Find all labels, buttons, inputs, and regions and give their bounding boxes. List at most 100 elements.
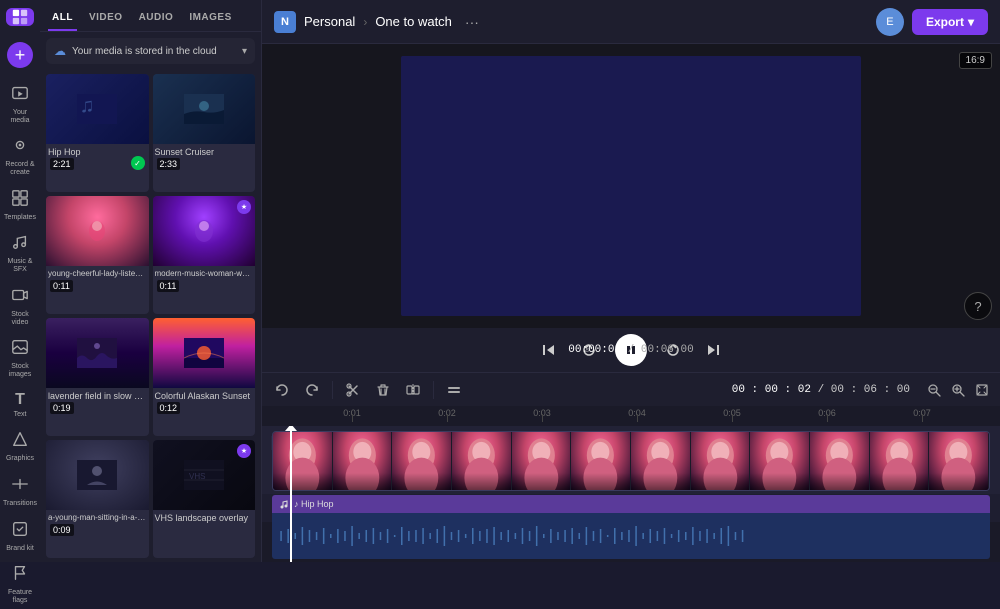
sidebar: + Your media Record &create: [0, 0, 40, 562]
more-options-button[interactable]: ···: [460, 10, 484, 34]
tab-images[interactable]: IMAGES: [185, 8, 235, 31]
sidebar-label-stock-video: Stock video: [4, 311, 36, 326]
video-frame-11: [870, 432, 930, 490]
audio-label-bar[interactable]: ♪ Hip Hop: [272, 495, 990, 513]
video-frame-7: [631, 432, 691, 490]
ruler-tick-4: [637, 414, 638, 422]
name-young-cheerful: young-cheerful-lady-listening-to...: [46, 266, 149, 280]
sidebar-item-graphics[interactable]: Graphics: [2, 426, 38, 467]
main-area: N Personal › One to watch ··· E Export ▾…: [262, 0, 1000, 562]
skip-forward-button[interactable]: [699, 336, 727, 364]
sidebar-item-stock-images[interactable]: Stock images: [2, 334, 38, 382]
sidebar-item-stock-video[interactable]: Stock video: [2, 282, 38, 330]
sidebar-label-feature-flags: Feature flags: [4, 589, 36, 604]
video-frame-6: [571, 432, 631, 490]
sidebar-item-music-sfx[interactable]: Music & SFX: [2, 229, 38, 277]
media-item-colorful-alaskan[interactable]: 0:12 Colorful Alaskan Sunset: [153, 318, 256, 436]
sidebar-item-brand-kit[interactable]: Brand kit: [2, 516, 38, 557]
timecode-separator: /: [628, 344, 641, 356]
sidebar-label-music: Music & SFX: [4, 258, 36, 273]
tl-sep: / 00 : 06 : 00: [818, 384, 910, 396]
more-icon: ···: [465, 14, 479, 30]
zoom-in-button[interactable]: [948, 380, 968, 400]
ruler-marks: 0:01 0:02 0:03 0:04 0:05 0:06 0:07: [262, 406, 1000, 426]
export-button[interactable]: Export ▾: [912, 9, 988, 35]
media-item-vhs-landscape[interactable]: VHS ★ VHS landscape overlay: [153, 440, 256, 558]
video-track-strip[interactable]: .vframe { flex: 1; min-width: 0; height:…: [272, 431, 990, 491]
split-button[interactable]: [401, 378, 425, 402]
top-bar: N Personal › One to watch ··· E Export ▾: [262, 0, 1000, 44]
skip-back-button[interactable]: [535, 336, 563, 364]
audio-waveform-bar: [272, 513, 990, 559]
undo-button[interactable]: [270, 378, 294, 402]
record-icon: [11, 136, 29, 159]
audio-track-label: ♪ Hip Hop: [294, 499, 334, 509]
cut-button[interactable]: [341, 378, 365, 402]
more-tools-button[interactable]: [442, 378, 466, 402]
media-item-modern-music-woman[interactable]: 0:11 ★ modern-music-woman-wearing-...: [153, 196, 256, 313]
sidebar-item-your-media[interactable]: Your media: [2, 80, 38, 128]
graphics-icon: [11, 430, 29, 453]
media-item-hip-hop[interactable]: ♫ 2:21 ✓ Hip Hop: [46, 74, 149, 192]
ruler-tick-5: [732, 414, 733, 422]
sidebar-label-text: Text: [14, 411, 27, 419]
tl-current: 00 : 00 : 02: [732, 384, 811, 396]
ruler-tick-1: [352, 414, 353, 422]
add-button[interactable]: +: [2, 38, 38, 72]
delete-button[interactable]: [371, 378, 395, 402]
timeline-ruler: 0:01 0:02 0:03 0:04 0:05 0:06 0:07: [262, 406, 1000, 426]
timecode-total: 00:06:00: [641, 344, 694, 356]
tab-all[interactable]: ALL: [48, 8, 77, 31]
sidebar-item-feature-flags[interactable]: Feature flags: [2, 560, 38, 608]
add-icon: +: [7, 42, 33, 68]
timecode-display: 00:00:02 / 00:06:00: [568, 344, 693, 356]
timeline-area: 00 : 00 : 02 / 00 : 06 : 00: [262, 372, 1000, 562]
sidebar-item-record-create[interactable]: Record &create: [2, 132, 38, 180]
cloud-chevron-icon: ▾: [242, 46, 247, 57]
sidebar-label-templates: Templates: [4, 214, 36, 222]
cloud-bar-text: Your media is stored in the cloud: [72, 46, 217, 57]
media-icon: [11, 84, 29, 107]
sidebar-label-transitions: Transitions: [3, 500, 37, 508]
toolbar-separator-1: [332, 381, 333, 399]
sidebar-item-templates[interactable]: Templates: [2, 185, 38, 226]
name-lavender-field: lavender field in slow motion: [46, 388, 149, 403]
media-item-young-man-sitting[interactable]: 0:09 a-young-man-sitting-in-a-studio...: [46, 440, 149, 558]
video-frame-8: [691, 432, 751, 490]
preview-area: 16:9 ?: [262, 44, 1000, 328]
app-logo: [6, 8, 34, 26]
top-bar-right: E Export ▾: [876, 8, 988, 36]
project-title: One to watch: [375, 14, 452, 29]
fit-zoom-button[interactable]: [972, 380, 992, 400]
media-item-young-cheerful[interactable]: 0:11 young-cheerful-lady-listening-to...: [46, 196, 149, 313]
media-item-sunset-cruiser[interactable]: 2:33 Sunset Cruiser: [153, 74, 256, 192]
video-frame-5: [512, 432, 572, 490]
sidebar-item-transitions[interactable]: Transitions: [2, 471, 38, 512]
video-frame-9: [750, 432, 810, 490]
project-badge: N: [274, 11, 296, 33]
duration-young-cheerful: 0:11: [50, 280, 73, 292]
media-item-lavender-field[interactable]: 0:19 lavender field in slow motion: [46, 318, 149, 436]
cloud-bar[interactable]: ☁ Your media is stored in the cloud ▾: [46, 38, 255, 64]
redo-button[interactable]: [300, 378, 324, 402]
brand-kit-icon: [11, 520, 29, 543]
help-icon: ?: [974, 299, 981, 314]
user-avatar: E: [876, 8, 904, 36]
zoom-out-button[interactable]: [924, 380, 944, 400]
video-frame-10: [810, 432, 870, 490]
ruler-tick-7: [922, 414, 923, 422]
sidebar-label-record: Record &create: [5, 161, 34, 176]
sidebar-item-text[interactable]: T Text: [2, 387, 38, 423]
name-vhs-landscape: VHS landscape overlay: [153, 510, 256, 525]
duration-lavender-field: 0:19: [50, 402, 74, 414]
sidebar-label-your-media: Your media: [4, 109, 36, 124]
tab-video[interactable]: VIDEO: [85, 8, 127, 31]
help-button[interactable]: ?: [964, 292, 992, 320]
music-icon: [11, 233, 29, 256]
duration-sunset-cruiser: 2:33: [157, 158, 181, 170]
media-grid: ♫ 2:21 ✓ Hip Hop 2:33 Sunset Cruiser: [40, 70, 261, 562]
export-label: Export: [926, 15, 964, 29]
tab-audio[interactable]: AUDIO: [135, 8, 178, 31]
templates-icon: [11, 189, 29, 212]
name-modern-music-woman: modern-music-woman-wearing-...: [153, 266, 256, 280]
